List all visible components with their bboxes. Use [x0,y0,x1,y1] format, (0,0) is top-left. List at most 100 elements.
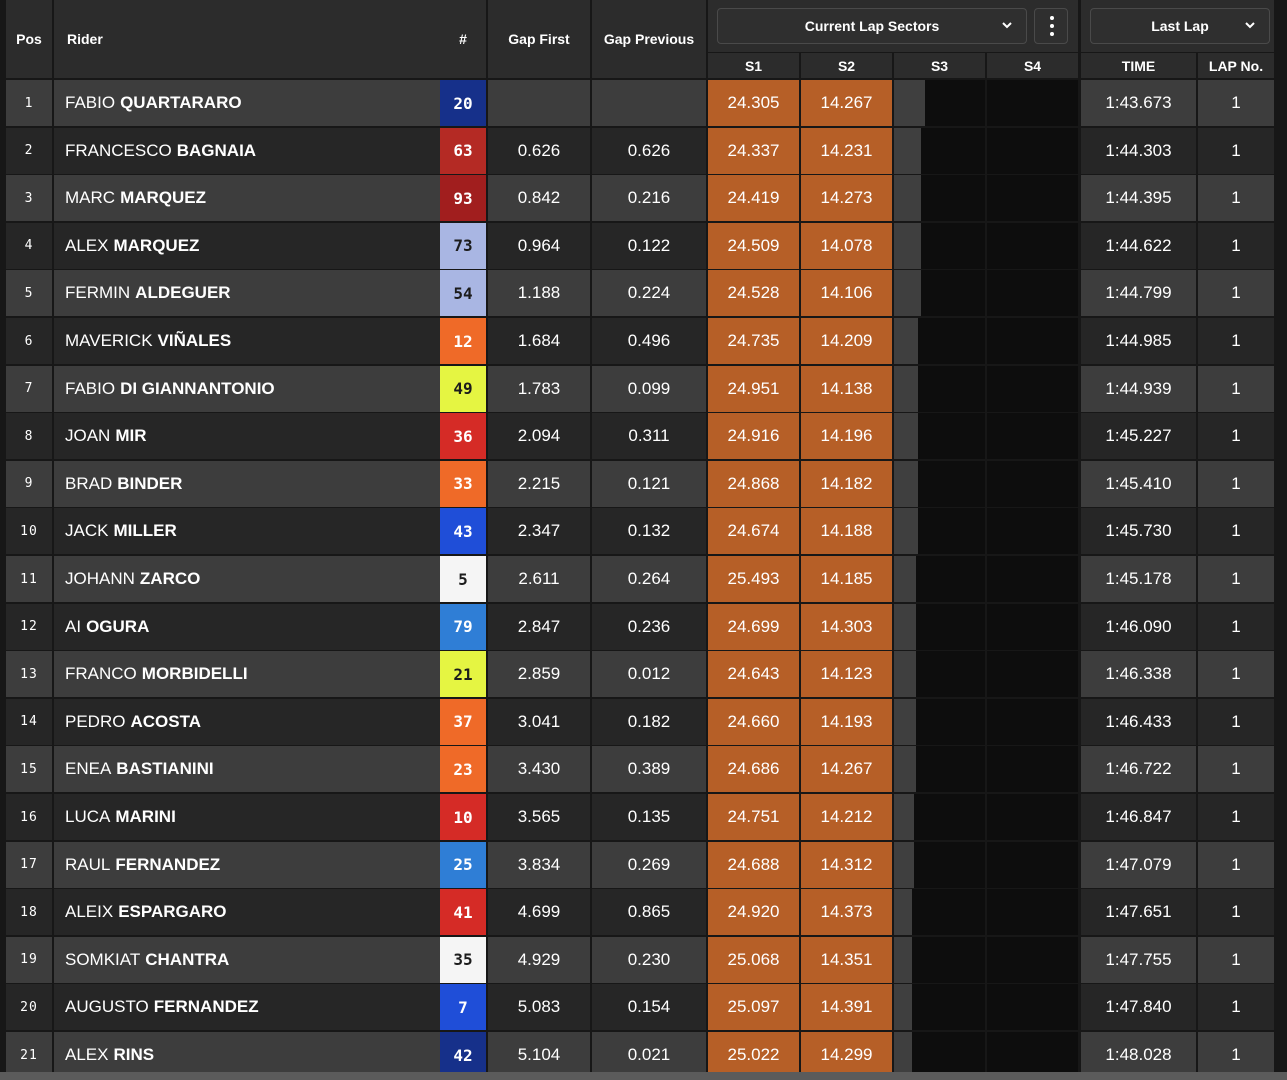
last-lap-time-cell: 1:44.985 [1081,318,1196,364]
rider-last-name: FERNANDEZ [115,854,221,874]
more-options-button[interactable] [1034,8,1068,44]
sector-3-cell [894,270,985,317]
sector-3-cell [894,365,985,412]
rider-first-name: MAVERICK [65,331,153,350]
gap-previous-cell: 0.264 [592,556,706,602]
rider-number-badge: 5 [440,556,486,602]
table-row[interactable]: 16 LUCA MARINI 10 3.565 0.135 24.751 14.212 1:46… [6,794,1274,840]
gap-previous-cell: 0.311 [592,413,706,460]
table-row[interactable]: 3 MARC MARQUEZ 93 0.842 0.216 24.419 14.273 1:44… [6,175,1274,222]
position-cell: 16 [6,794,52,840]
header-pos: Pos [16,31,42,47]
table-row[interactable]: 9 BRAD BINDER 33 2.215 0.121 24.868 14.182 1:45.… [6,460,1274,507]
rider-first-name: FERMIN [65,283,131,303]
rider-number-badge: 20 [440,80,486,126]
header-lap-no: LAP No. [1208,57,1264,74]
rider-number-badge: 33 [440,460,486,507]
position-cell: 13 [6,651,52,698]
rider-first-name: MARC [65,188,116,208]
last-lap-time-cell: 1:47.079 [1081,841,1196,888]
last-lap-time-cell: 1:47.755 [1081,936,1196,983]
position-cell: 18 [6,889,52,936]
table-row[interactable]: 14 PEDRO ACOSTA 37 3.041 0.182 24.660 14.193 1:4… [6,698,1274,745]
table-row[interactable]: 6 MAVERICK VIÑALES 12 1.684 0.496 24.735 14.209… [6,318,1274,364]
gap-first-cell: 0.626 [488,127,590,174]
rider-name-cell: MARC MARQUEZ [54,175,440,222]
last-lap-dropdown[interactable]: Last Lap [1090,8,1270,44]
table-row[interactable]: 5 FERMIN ALDEGUER 54 1.188 0.224 24.528 14.106 1… [6,270,1274,317]
sector-3-progress-bar [894,556,916,602]
table-row[interactable]: 13 FRANCO MORBIDELLI 21 2.859 0.012 24.643 14.1… [6,651,1274,698]
last-lap-time-cell: 1:43.673 [1081,80,1196,126]
sector-4-cell [987,794,1078,840]
sector-3-progress-bar [894,365,918,412]
table-row[interactable]: 20 AUGUSTO FERNANDEZ 7 5.083 0.154 25.097 14.39… [6,984,1274,1031]
rider-number-badge: 43 [440,508,486,555]
rider-first-name: JOAN [65,426,111,446]
sector-3-cell [894,651,985,698]
table-row[interactable]: 4 ALEX MARQUEZ 73 0.964 0.122 24.509 14.078 1:44… [6,222,1274,269]
table-row[interactable]: 19 SOMKIAT CHANTRA 35 4.929 0.230 25.068 14.351… [6,936,1274,983]
sector-4-cell [987,651,1078,698]
sector-1-cell: 24.699 [708,603,799,650]
rider-last-name: BAGNAIA [176,140,257,160]
last-lap-time-cell: 1:44.395 [1081,175,1196,222]
sector-2-cell: 14.182 [801,460,892,507]
table-row[interactable]: 12 AI OGURA 79 2.847 0.236 24.699 14.303 1:46.09… [6,603,1274,650]
gap-previous-cell: 0.132 [592,508,706,555]
sector-2-cell: 14.212 [801,794,892,840]
rider-first-name: AUGUSTO [65,997,149,1017]
gap-previous-cell: 0.154 [592,984,706,1031]
rider-last-name: MILLER [113,521,177,541]
gap-first-cell: 4.929 [488,936,590,983]
sector-4-cell [987,270,1078,317]
sector-3-cell [894,698,985,745]
rider-name-cell: BRAD BINDER [54,460,440,507]
position-cell: 15 [6,746,52,793]
rider-last-name: MIR [115,426,147,446]
rider-name-cell: FRANCESCO BAGNAIA [54,127,440,174]
sectors-dropdown-label: Current Lap Sectors [804,18,940,34]
table-row[interactable]: 8 JOAN MIR 36 2.094 0.311 24.916 14.196 1:45.227… [6,413,1274,460]
gap-previous-cell: 0.236 [592,603,706,650]
sector-3-progress-bar [894,603,916,650]
sector-2-cell: 14.106 [801,270,892,317]
lap-number-cell: 1 [1198,556,1274,602]
last-lap-time-cell: 1:44.939 [1081,365,1196,412]
last-lap-time-cell: 1:45.178 [1081,556,1196,602]
table-row[interactable]: 1 FABIO QUARTARARO 20 24.305 14.267 1:43.673 1 [6,80,1274,126]
table-row[interactable]: 17 RAUL FERNANDEZ 25 3.834 0.269 24.688 14.312 1… [6,841,1274,888]
header-number: # [459,31,467,47]
table-row[interactable]: 15 ENEA BASTIANINI 23 3.430 0.389 24.686 14.267… [6,746,1274,793]
sector-3-progress-bar [894,794,914,840]
sector-1-cell: 25.097 [708,984,799,1031]
table-row[interactable]: 18 ALEIX ESPARGARO 41 4.699 0.865 24.920 14.373… [6,889,1274,936]
lap-number-cell: 1 [1198,936,1274,983]
table-row[interactable]: 2 FRANCESCO BAGNAIA 63 0.626 0.626 24.337 14.23… [6,127,1274,174]
last-lap-time-cell: 1:45.730 [1081,508,1196,555]
sectors-dropdown[interactable]: Current Lap Sectors [717,8,1027,44]
sector-4-cell [987,175,1078,222]
last-lap-time-cell: 1:46.433 [1081,698,1196,745]
table-row[interactable]: 11 JOHANN ZARCO 5 2.611 0.264 25.493 14.185 1:45… [6,556,1274,602]
position-cell: 14 [6,698,52,745]
rider-number-badge: 93 [440,175,486,222]
rider-first-name: FABIO [65,378,116,398]
lap-number-cell: 1 [1198,413,1274,460]
sector-3-cell [894,175,985,222]
rider-last-name: CHANTRA [145,949,230,969]
table-row[interactable]: 7 FABIO DI GIANNANTONIO 49 1.783 0.099 24.951 1… [6,365,1274,412]
sector-1-cell: 24.735 [708,318,799,364]
rider-last-name: MARQUEZ [113,235,200,255]
rider-first-name: FABIO [65,93,116,112]
position-cell: 6 [6,318,52,364]
table-row[interactable]: 10 JACK MILLER 43 2.347 0.132 24.674 14.188 1:45… [6,508,1274,555]
lap-number-cell: 1 [1198,603,1274,650]
rider-number-badge: 12 [440,318,486,364]
position-cell: 12 [6,603,52,650]
position-cell: 5 [6,270,52,317]
gap-previous-cell: 0.122 [592,222,706,269]
rider-last-name: FERNANDEZ [153,997,259,1017]
position-cell: 2 [6,127,52,174]
rider-first-name: ENEA [65,759,112,779]
